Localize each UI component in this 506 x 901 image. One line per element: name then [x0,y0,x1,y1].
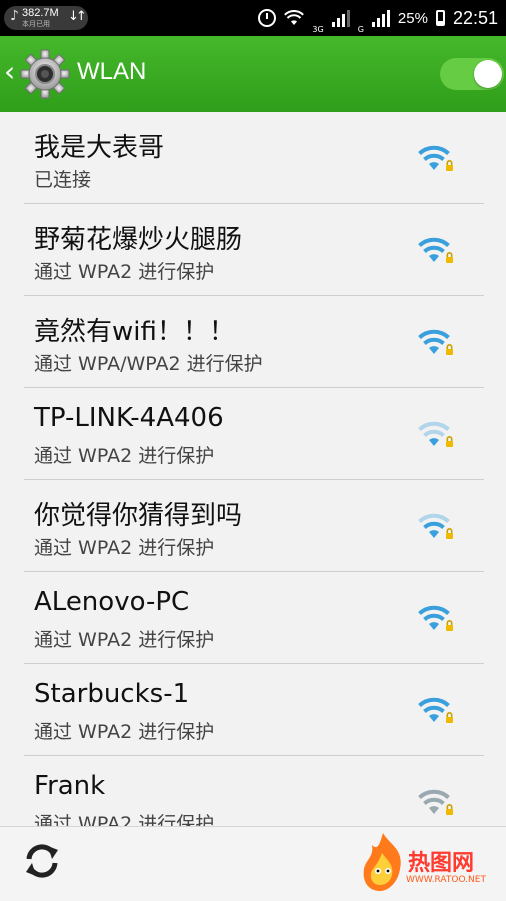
network-item[interactable]: 野菊花爆炒火腿肠 通过 WPA2 进行保护 [0,204,506,296]
battery-icon [435,10,445,26]
action-bar: ‹ WLAN [0,36,506,112]
clock: 22:51 [452,7,498,28]
network-name: 野菊花爆炒火腿肠 [34,225,243,255]
data-usage-label: 本月已用 [22,20,50,28]
network-name: ALenovo-PC [34,587,190,617]
data-transfer-icon: ↓↑ [68,9,87,24]
network-item[interactable]: 竟然有wifi！！！ 通过 WPA/WPA2 进行保护 [0,296,506,388]
wifi-locked-icon [418,145,453,171]
network-item[interactable]: TP-LINK-4A406 通过 WPA2 进行保护 [0,388,506,480]
back-chevron-icon[interactable]: ‹ [4,58,15,86]
alarm-icon [258,9,277,27]
data-usage-widget[interactable]: ♪ 382.7M 本月已用 ↓↑ [4,6,88,30]
wifi-locked-icon [418,789,453,815]
signal-g-icon: G [357,25,364,34]
network-status: 通过 WPA2 进行保护 [34,445,215,467]
network-status: 通过 WPA2 进行保护 [34,629,215,651]
toggle-knob [474,60,502,88]
network-status: 通过 WPA/WPA2 进行保护 [34,353,263,375]
network-status: 已连接 [34,169,92,191]
bottom-bar: 热图网 WWW.RATOO.NET [0,826,506,901]
refresh-icon[interactable] [22,841,62,881]
network-name: 我是大表哥 [34,133,165,163]
wifi-locked-icon [418,513,453,539]
watermark-url: WWW.RATOO.NET [406,875,486,885]
network-name: TP-LINK-4A406 [34,403,224,433]
signal-3g-icon: 3G [312,25,324,34]
network-item[interactable]: Frank 通过 WPA2 进行保护 [0,756,506,826]
status-bar: ♪ 382.7M 本月已用 ↓↑ 3G G 25% 22:51 [0,0,506,36]
wifi-status-icon [284,10,305,25]
network-item[interactable]: 你觉得你猜得到吗 通过 WPA2 进行保护 [0,480,506,572]
network-status: 通过 WPA2 进行保护 [34,261,215,283]
watermark-text: 热图网 [408,851,475,876]
page-title: WLAN [77,58,147,85]
network-item[interactable]: 我是大表哥 已连接 [0,112,506,204]
network-name: 你觉得你猜得到吗 [34,501,243,531]
wifi-locked-icon [418,605,453,631]
network-name: 竟然有wifi！！！ [34,317,235,347]
wifi-locked-icon [418,421,453,447]
wlan-toggle[interactable] [440,58,504,90]
network-status: 通过 WPA2 进行保护 [34,537,215,559]
battery-percent: 25% [397,9,428,27]
network-item[interactable]: Starbucks-1 通过 WPA2 进行保护 [0,664,506,756]
wifi-locked-icon [418,697,453,723]
network-status: 通过 WPA2 进行保护 [34,813,215,826]
network-status: 通过 WPA2 进行保护 [34,721,215,743]
flame-mascot-icon [363,833,401,891]
network-item[interactable]: ALenovo-PC 通过 WPA2 进行保护 [0,572,506,664]
watermark-logo: 热图网 WWW.RATOO.NET [358,827,498,901]
signal-g-bars-icon [371,9,390,27]
gear-icon[interactable] [20,49,70,99]
network-name: Frank [34,771,106,801]
music-note-icon: ♪ [10,8,19,24]
data-usage-value: 382.7M [22,7,59,19]
signal-3g-bars-icon [331,9,350,27]
wifi-locked-icon [418,329,453,355]
wifi-locked-icon [418,237,453,263]
network-name: Starbucks-1 [34,679,190,709]
wifi-network-list: 我是大表哥 已连接 野菊花爆炒火腿肠 通过 WPA2 进行保护 竟然有wifi！… [0,112,506,826]
